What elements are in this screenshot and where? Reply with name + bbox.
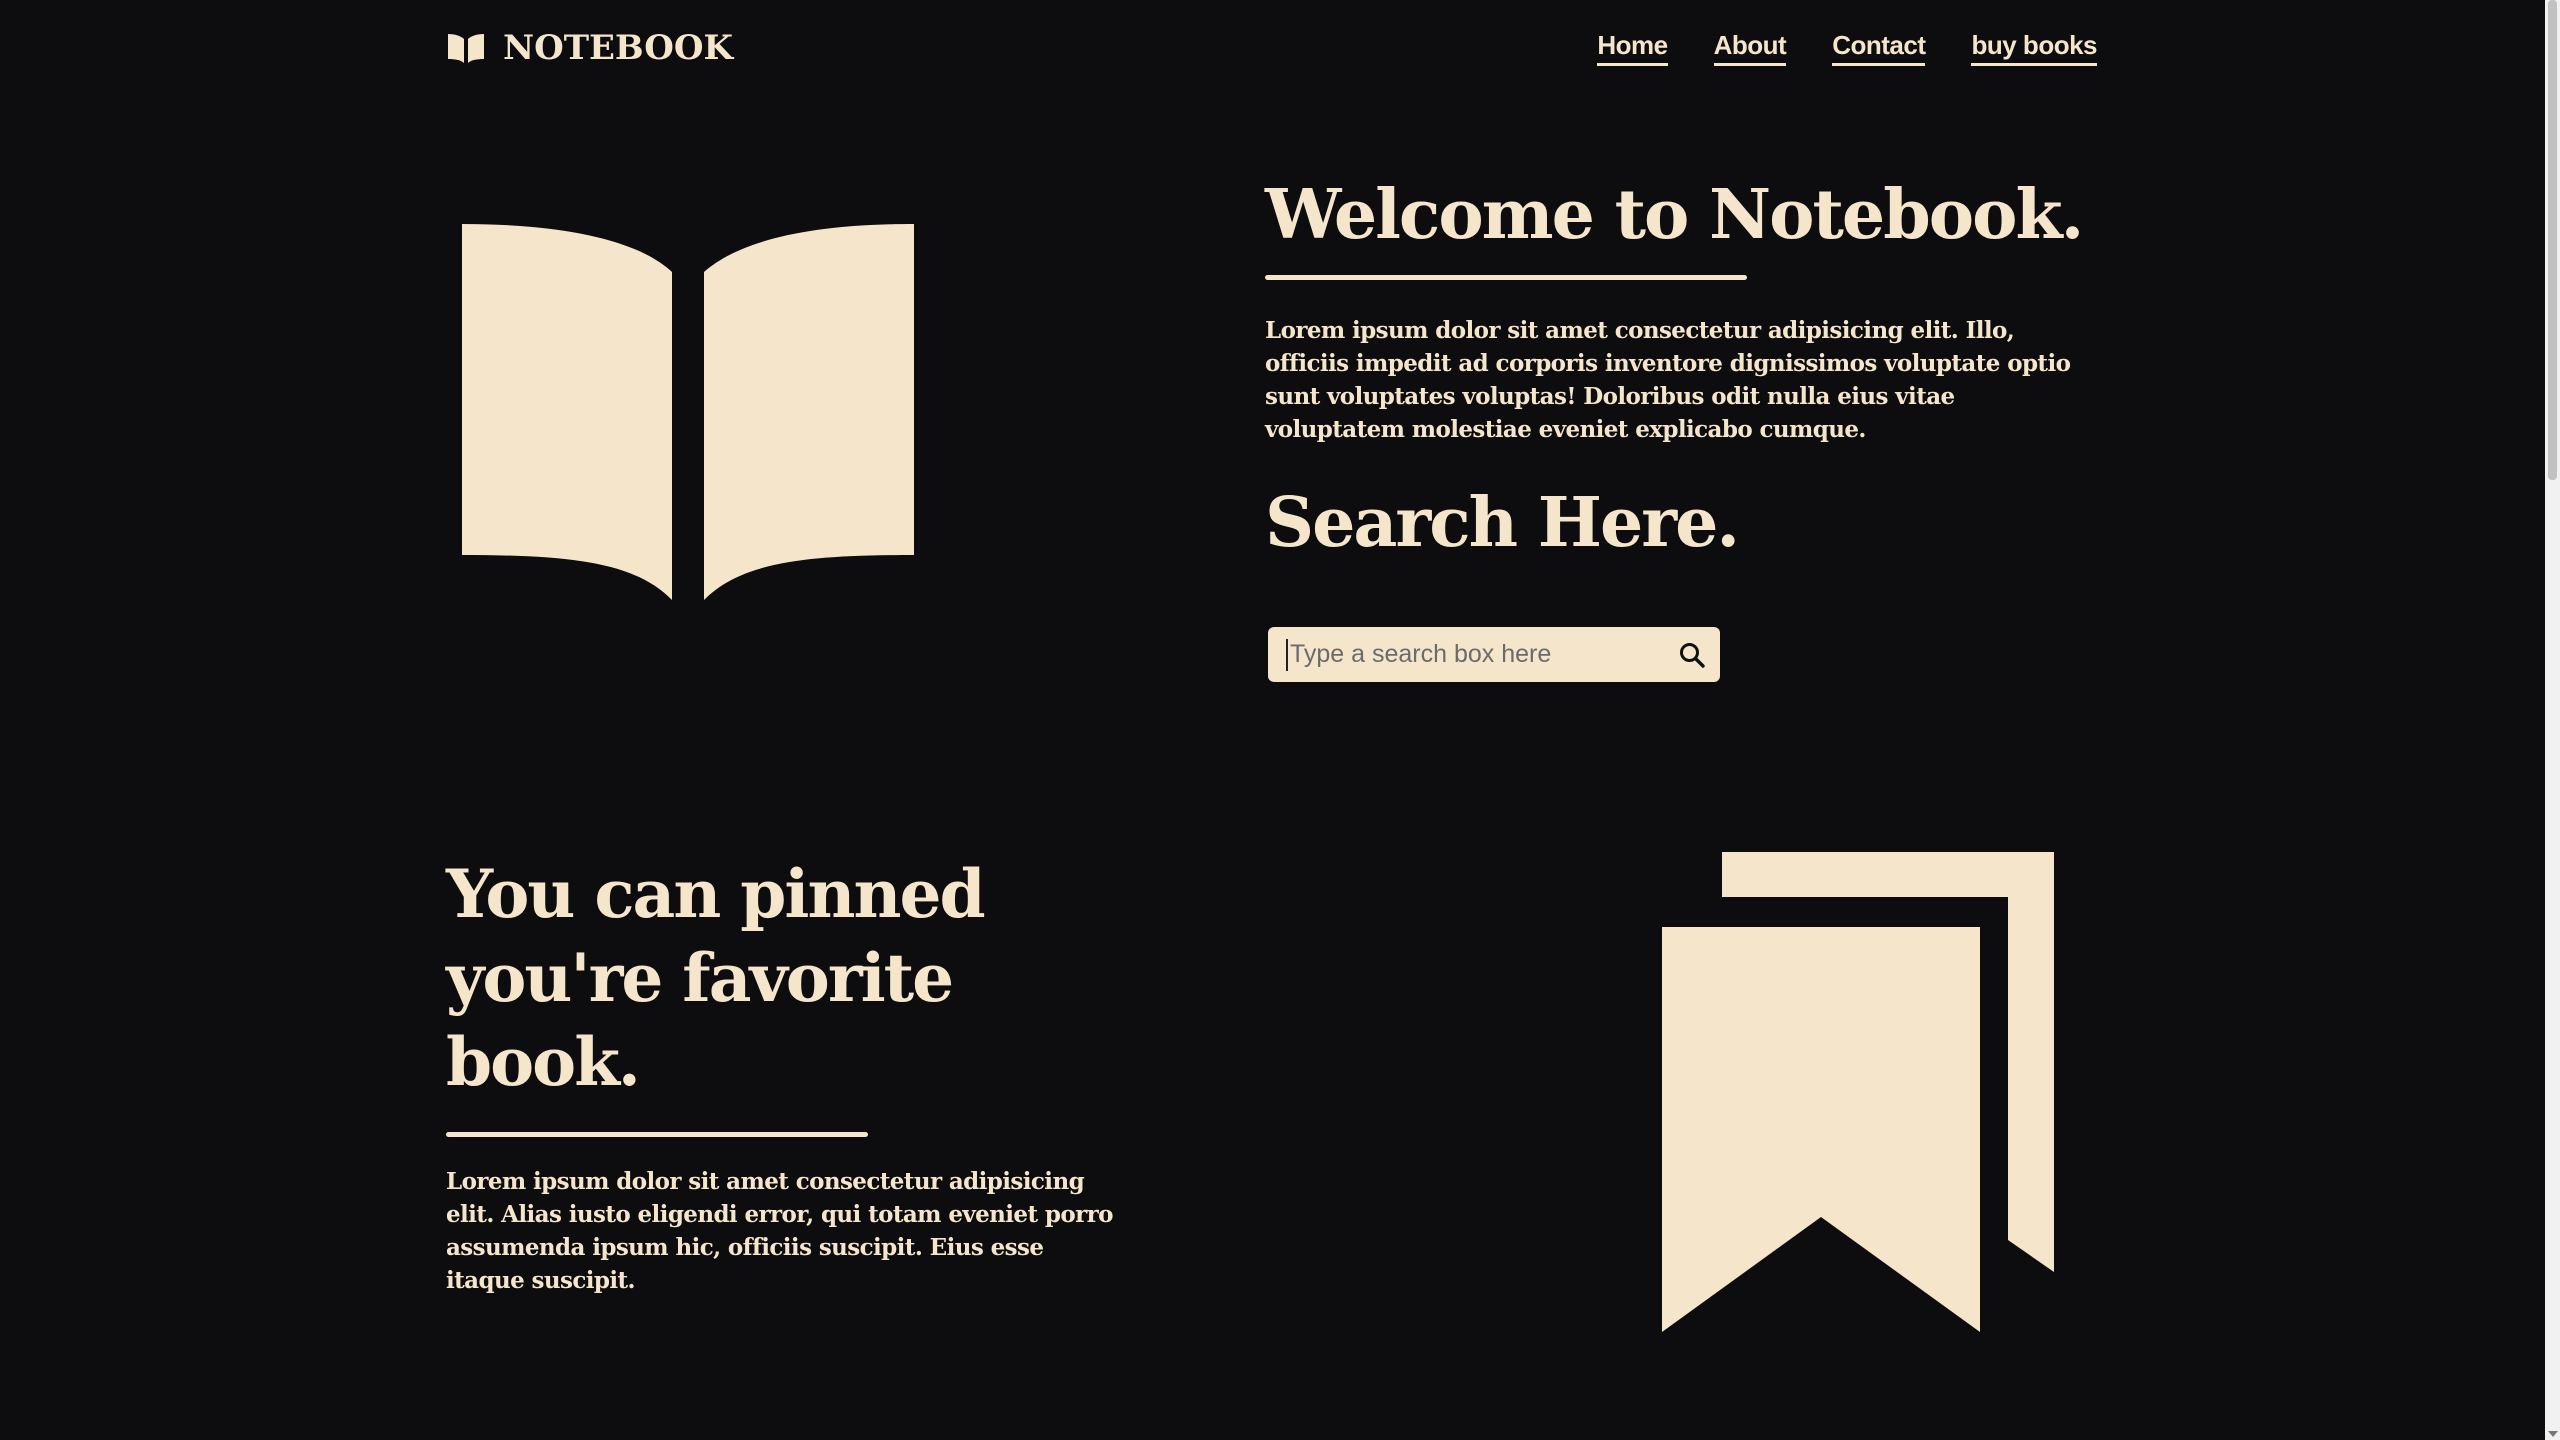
pinned-title-line-2: you're favorite book. <box>446 939 954 1101</box>
search-icon[interactable] <box>1678 641 1706 669</box>
search-bar <box>1268 627 1720 682</box>
welcome-section: Welcome to Notebook. Lorem ipsum dolor s… <box>1265 178 2095 561</box>
main-nav: Home About Contact buy books <box>1597 30 2097 66</box>
nav-link-about[interactable]: About <box>1713 30 1787 66</box>
search-input[interactable] <box>1286 638 1678 671</box>
open-book-icon <box>460 222 920 606</box>
pinned-divider <box>446 1132 868 1137</box>
open-book-icon <box>447 32 485 64</box>
scrollbar-thumb[interactable] <box>2548 0 2557 480</box>
welcome-title: Welcome to Notebook. <box>1265 175 2084 255</box>
brand-name: NOTEBOOK <box>503 28 734 68</box>
pinned-section: You can pinned you're favorite book. Lor… <box>446 852 1126 1297</box>
search-title: Search Here. <box>1265 482 1740 563</box>
page: NOTEBOOK Home About Contact buy books We… <box>0 0 2545 1440</box>
nav-link-contact[interactable]: Contact <box>1832 30 1926 66</box>
scroll-down-arrow-icon[interactable] <box>2548 1431 2558 1437</box>
nav-link-home[interactable]: Home <box>1597 30 1668 66</box>
brand-logo[interactable]: NOTEBOOK <box>447 28 733 68</box>
bookmarks-icon <box>1660 852 2060 1342</box>
title-divider <box>1265 274 1747 280</box>
pinned-text: Lorem ipsum dolor sit amet consectetur a… <box>446 1168 1113 1294</box>
page-scrollbar[interactable] <box>2545 0 2560 1440</box>
nav-link-buy-books[interactable]: buy books <box>1971 30 2097 66</box>
pinned-title: You can pinned you're favorite book. <box>446 852 1126 1104</box>
welcome-text: Lorem ipsum dolor sit amet consectetur a… <box>1265 316 2071 443</box>
pinned-title-line-1: You can pinned <box>446 855 986 933</box>
